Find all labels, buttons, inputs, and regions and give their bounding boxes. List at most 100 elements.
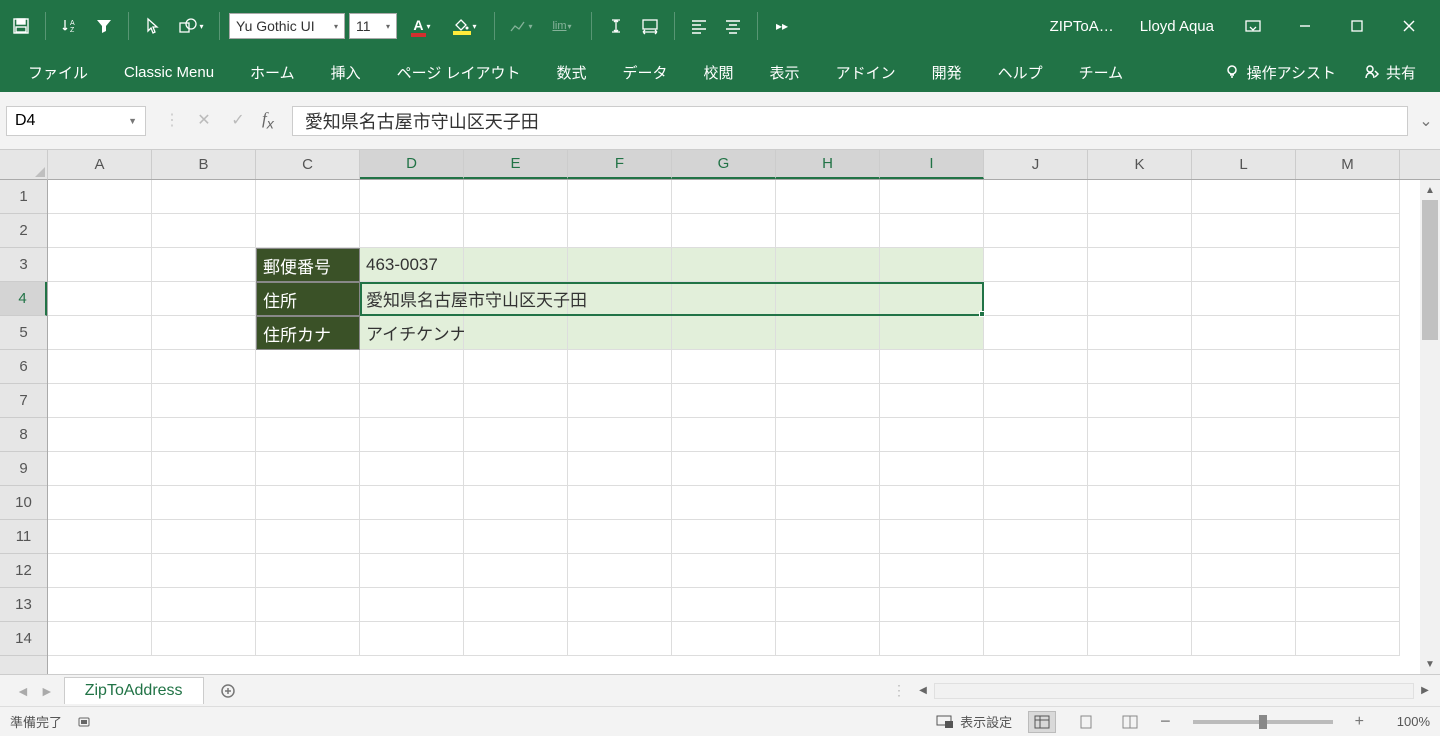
cell-F7[interactable] (568, 384, 672, 418)
cell-M7[interactable] (1296, 384, 1400, 418)
cell-G12[interactable] (672, 554, 776, 588)
cell-I10[interactable] (880, 486, 984, 520)
fill-color-button[interactable]: ▾ (445, 11, 485, 41)
cell-D10[interactable] (360, 486, 464, 520)
scroll-up-icon[interactable]: ▲ (1420, 180, 1440, 200)
cell-J3[interactable] (984, 248, 1088, 282)
row-header-14[interactable]: 14 (0, 622, 47, 656)
cell-J5[interactable] (984, 316, 1088, 350)
cell-I8[interactable] (880, 418, 984, 452)
cell-D14[interactable] (360, 622, 464, 656)
cell-L3[interactable] (1192, 248, 1296, 282)
cell-J1[interactable] (984, 180, 1088, 214)
scroll-down-icon[interactable]: ▼ (1420, 654, 1440, 674)
cell-A6[interactable] (48, 350, 152, 384)
row-header-7[interactable]: 7 (0, 384, 47, 418)
zoom-percent[interactable]: 100% (1380, 714, 1430, 729)
cell-K12[interactable] (1088, 554, 1192, 588)
cell-H4[interactable] (776, 282, 880, 316)
column-header-B[interactable]: B (152, 150, 256, 179)
cell-G2[interactable] (672, 214, 776, 248)
cell-C4[interactable]: 住所 (256, 282, 360, 316)
shapes-icon[interactable]: ▾ (172, 11, 210, 41)
cell-G6[interactable] (672, 350, 776, 384)
cursor-icon[interactable] (138, 11, 168, 41)
zoom-in-button[interactable]: + (1355, 713, 1364, 731)
cell-G9[interactable] (672, 452, 776, 486)
cell-F1[interactable] (568, 180, 672, 214)
cell-E13[interactable] (464, 588, 568, 622)
cell-I7[interactable] (880, 384, 984, 418)
close-button[interactable] (1384, 11, 1434, 41)
expand-formula-bar[interactable]: ⌄ (1418, 111, 1434, 131)
column-header-I[interactable]: I (880, 150, 984, 179)
cell-H11[interactable] (776, 520, 880, 554)
cell-E9[interactable] (464, 452, 568, 486)
cell-I2[interactable] (880, 214, 984, 248)
cell-A1[interactable] (48, 180, 152, 214)
cell-A9[interactable] (48, 452, 152, 486)
cell-F6[interactable] (568, 350, 672, 384)
row-header-1[interactable]: 1 (0, 180, 47, 214)
cell-I1[interactable] (880, 180, 984, 214)
cell-C8[interactable] (256, 418, 360, 452)
cell-C3[interactable]: 郵便番号 (256, 248, 360, 282)
row-header-10[interactable]: 10 (0, 486, 47, 520)
cell-M9[interactable] (1296, 452, 1400, 486)
cell-L14[interactable] (1192, 622, 1296, 656)
cell-B2[interactable] (152, 214, 256, 248)
select-all-corner[interactable] (0, 150, 48, 180)
cell-A4[interactable] (48, 282, 152, 316)
more-commands-icon[interactable]: ▸▸ (767, 11, 797, 41)
cell-C2[interactable] (256, 214, 360, 248)
tab-formulas[interactable]: 数式 (539, 54, 605, 91)
share-button[interactable]: 共有 (1350, 56, 1430, 89)
cell-B14[interactable] (152, 622, 256, 656)
tab-page-layout[interactable]: ページ レイアウト (379, 54, 539, 91)
cell-D1[interactable] (360, 180, 464, 214)
cell-J6[interactable] (984, 350, 1088, 384)
cell-E12[interactable] (464, 554, 568, 588)
cell-C11[interactable] (256, 520, 360, 554)
cell-H12[interactable] (776, 554, 880, 588)
cell-F13[interactable] (568, 588, 672, 622)
cell-H6[interactable] (776, 350, 880, 384)
cell-D3[interactable]: 463-0037 (360, 248, 464, 282)
cell-F14[interactable] (568, 622, 672, 656)
align-left-icon[interactable] (684, 11, 714, 41)
row-header-5[interactable]: 5 (0, 316, 47, 350)
cell-A2[interactable] (48, 214, 152, 248)
vertical-scrollbar[interactable]: ▲ ▼ (1420, 180, 1440, 674)
cell-F3[interactable] (568, 248, 672, 282)
cell-A3[interactable] (48, 248, 152, 282)
tab-insert[interactable]: 挿入 (313, 54, 379, 91)
ribbon-options-icon[interactable] (1228, 11, 1278, 41)
cell-H13[interactable] (776, 588, 880, 622)
row-header-4[interactable]: 4 (0, 282, 47, 316)
column-header-C[interactable]: C (256, 150, 360, 179)
cell-J12[interactable] (984, 554, 1088, 588)
cell-E2[interactable] (464, 214, 568, 248)
cell-L6[interactable] (1192, 350, 1296, 384)
row-header-6[interactable]: 6 (0, 350, 47, 384)
cell-L5[interactable] (1192, 316, 1296, 350)
fx-icon[interactable]: fx (262, 109, 274, 132)
cell-D9[interactable] (360, 452, 464, 486)
cell-J9[interactable] (984, 452, 1088, 486)
cell-F10[interactable] (568, 486, 672, 520)
maximize-button[interactable] (1332, 11, 1382, 41)
cell-F11[interactable] (568, 520, 672, 554)
cell-I3[interactable] (880, 248, 984, 282)
cell-H7[interactable] (776, 384, 880, 418)
cell-L8[interactable] (1192, 418, 1296, 452)
cell-J14[interactable] (984, 622, 1088, 656)
horizontal-scrollbar[interactable]: ◀ ▶ (914, 683, 1434, 699)
cell-H10[interactable] (776, 486, 880, 520)
accept-formula-button[interactable]: ✓ (228, 110, 248, 130)
view-page-break-button[interactable] (1116, 711, 1144, 733)
cell-C13[interactable] (256, 588, 360, 622)
cell-I9[interactable] (880, 452, 984, 486)
cell-H14[interactable] (776, 622, 880, 656)
cell-J10[interactable] (984, 486, 1088, 520)
cell-D11[interactable] (360, 520, 464, 554)
